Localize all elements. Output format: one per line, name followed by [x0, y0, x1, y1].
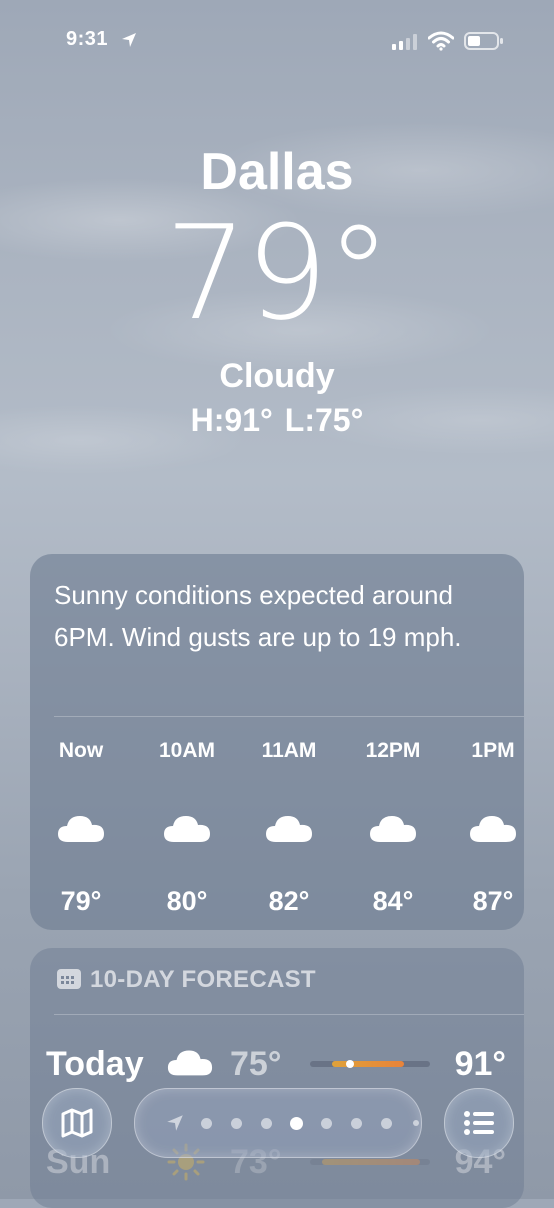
- low-temperature: L:75°: [284, 402, 364, 438]
- card-divider: [54, 1014, 524, 1015]
- cloud-icon: [244, 810, 334, 850]
- cloud-icon: [166, 1044, 214, 1083]
- map-icon: [61, 1108, 93, 1138]
- battery-icon: [464, 31, 504, 56]
- status-bar: 9:31: [0, 28, 554, 58]
- hour-temperature: 87°: [472, 886, 514, 916]
- hour-temperature: 79°: [60, 886, 102, 916]
- hourly-list[interactable]: Now 79° 10AM 80° 11AM 82° 12PM 84° 1PM 8…: [30, 736, 524, 916]
- card-divider: [54, 716, 524, 717]
- forecast-summary: Sunny conditions expected around 6PM. Wi…: [54, 580, 462, 652]
- page-dot: [320, 1117, 332, 1129]
- page-dot: [380, 1117, 392, 1129]
- wifi-icon: [427, 31, 455, 56]
- hour-item: Now 79°: [36, 736, 126, 917]
- hour-label: 10AM: [158, 739, 216, 762]
- hour-label: 12PM: [365, 739, 421, 762]
- location-arrow-icon: [120, 31, 138, 54]
- city-name: Dallas: [200, 143, 354, 201]
- forecast-header-label: 10-DAY FORECAST: [90, 966, 316, 993]
- hour-item: 10AM 80°: [142, 736, 232, 917]
- status-time: 9:31: [66, 28, 109, 50]
- forecast-header: 10-DAY FORECAST: [56, 966, 316, 998]
- hour-label: 11AM: [261, 739, 317, 762]
- cellular-signal-icon: [392, 34, 420, 55]
- temperature-range-bar: [310, 1159, 430, 1165]
- high-low: H:91° L:75°: [0, 400, 554, 440]
- hour-item: 12PM 84°: [348, 736, 438, 917]
- cloud-icon: [36, 810, 126, 850]
- forecast-low: 75°: [230, 1045, 282, 1083]
- map-button[interactable]: [42, 1088, 112, 1158]
- calendar-icon: [56, 967, 82, 998]
- current-weather: Dallas 79° Cloudy H:91° L:75°: [0, 140, 554, 440]
- hour-temperature: 82°: [268, 886, 310, 916]
- page-dot: [230, 1117, 242, 1129]
- page-dot-active: [289, 1116, 303, 1130]
- high-temperature: H:91°: [190, 402, 273, 438]
- hour-temperature: 80°: [166, 886, 208, 916]
- hour-item: 11AM 82°: [244, 736, 334, 917]
- hourly-forecast-card[interactable]: Sunny conditions expected around 6PM. Wi…: [30, 554, 524, 930]
- current-condition: Cloudy: [219, 357, 335, 395]
- page-dot: [350, 1117, 362, 1129]
- hour-item: 1PM 87°: [448, 736, 538, 917]
- hour-temperature: 84°: [372, 886, 414, 916]
- locations-list-button[interactable]: [444, 1088, 514, 1158]
- temperature-range-bar: [310, 1060, 430, 1068]
- forecast-day: Today: [46, 1045, 144, 1083]
- page-dot: [413, 1120, 419, 1126]
- cloud-icon: [348, 810, 438, 850]
- location-arrow-icon: [165, 1113, 185, 1138]
- hour-label: 1PM: [471, 739, 515, 762]
- hour-label: Now: [58, 739, 104, 762]
- current-temp-dot: [345, 1060, 354, 1068]
- page-dot: [260, 1117, 272, 1129]
- forecast-row[interactable]: Today 75° 91°: [30, 1036, 524, 1092]
- range-fill: [322, 1159, 421, 1165]
- list-icon: [464, 1111, 494, 1135]
- range-fill: [331, 1061, 404, 1067]
- cloud-icon: [142, 810, 232, 850]
- ten-day-forecast-card[interactable]: 10-DAY FORECAST Today 75° 91° Sun 73° 94…: [30, 948, 524, 1208]
- current-temperature: 79°: [164, 197, 391, 349]
- cloud-icon: [448, 810, 538, 850]
- forecast-high: 91°: [454, 1045, 506, 1083]
- page-indicator[interactable]: [134, 1088, 422, 1158]
- page-dot: [200, 1117, 212, 1129]
